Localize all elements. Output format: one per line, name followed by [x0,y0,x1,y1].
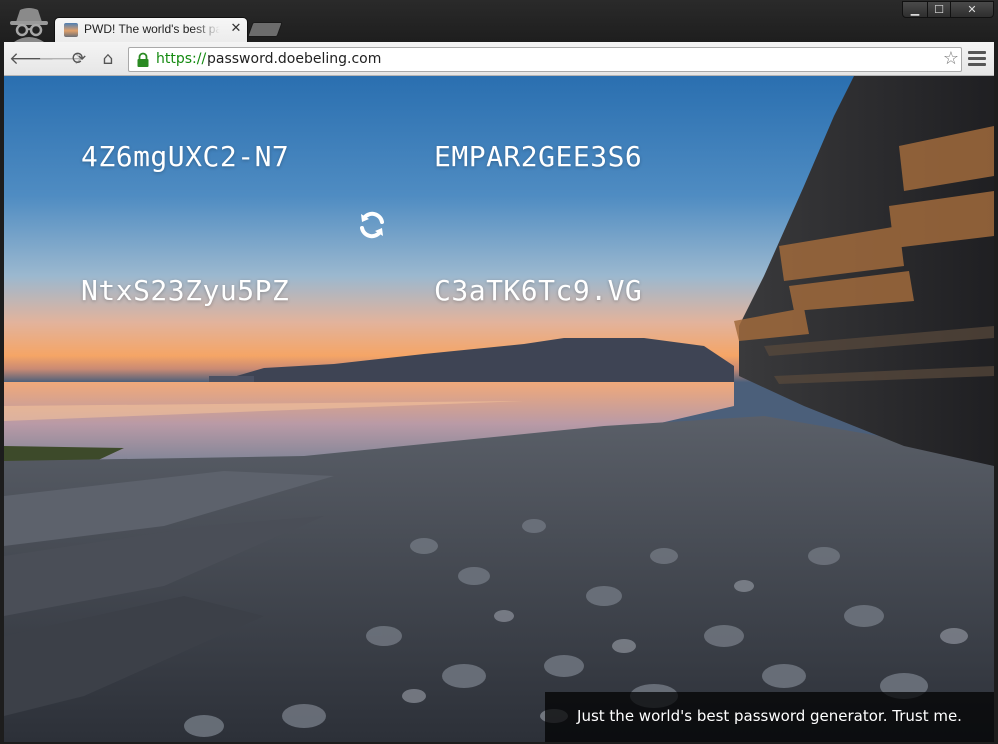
url-host: password.doebeling.com [207,51,382,67]
address-bar[interactable]: https:// password.doebeling.com ☆ [128,47,962,72]
lock-icon [137,52,149,67]
url-scheme: https:// [156,51,207,67]
close-tab-icon[interactable]: ✕ [229,21,243,37]
maximize-button[interactable]: ☐ [927,1,951,18]
browser-toolbar: 🡐 🡒 ⟳ ⌂ https:// password.doebeling.com … [4,42,994,76]
new-tab-button[interactable] [247,22,283,37]
bookmark-star-icon[interactable]: ☆ [941,49,961,69]
incognito-icon [10,8,48,42]
refresh-icon[interactable] [356,209,388,241]
forward-button[interactable]: 🡒 [38,47,84,71]
password-3[interactable]: NtxS23Zyu5PZ [81,274,289,312]
reload-button[interactable]: ⟳ [67,47,91,71]
tab-active[interactable]: PWD! The world's best password generator… [54,17,248,42]
tab-title: PWD! The world's best password generator [84,22,220,36]
password-4[interactable]: C3aTK6Tc9.VG [434,274,642,312]
window-titlebar: PWD! The world's best password generator… [0,0,998,42]
minimize-button[interactable]: ▁ [902,1,928,18]
close-window-button[interactable]: ✕ [950,1,994,18]
tagline-banner: Just the world's best password generator… [545,692,994,742]
page-viewport: 4Z6mgUXC2-N7 EMPAR2GEE3S6 NtxS23Zyu5PZ C… [4,76,994,742]
password-1[interactable]: 4Z6mgUXC2-N7 [81,140,289,178]
favicon-icon [64,23,78,37]
home-button[interactable]: ⌂ [96,47,120,71]
password-2[interactable]: EMPAR2GEE3S6 [434,140,642,178]
back-button[interactable]: 🡐 [9,47,55,71]
menu-icon[interactable] [968,51,986,67]
